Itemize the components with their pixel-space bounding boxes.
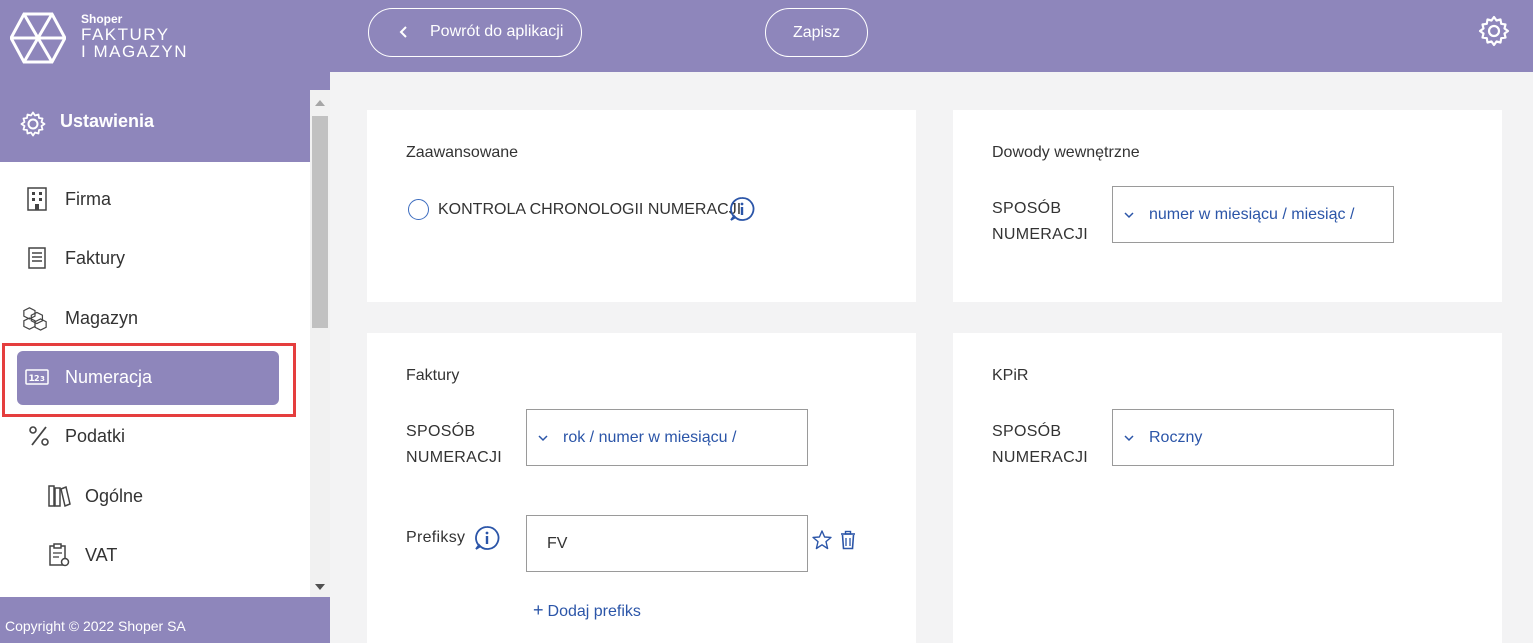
boxes-icon <box>23 307 47 331</box>
sidebar-item-label: Firma <box>65 189 111 209</box>
scroll-thumb[interactable] <box>312 116 328 328</box>
add-prefix-button[interactable]: + Dodaj prefiks <box>533 600 641 621</box>
field-label-line2: NUMERACJI <box>406 449 503 466</box>
field-label-line1: SPOSÓB <box>992 200 1062 217</box>
info-icon[interactable] <box>729 196 755 222</box>
chevron-down-icon <box>1124 435 1134 442</box>
select-value: Roczny <box>1149 429 1203 446</box>
numbering-method-select[interactable]: Roczny <box>1112 409 1394 466</box>
sidebar-item-magazyn[interactable]: Magazyn <box>0 291 310 345</box>
chevron-down-icon <box>538 435 548 442</box>
save-button[interactable]: Zapisz <box>765 8 868 57</box>
card-title: Dowody wewnętrzne <box>992 144 1140 161</box>
trash-icon[interactable] <box>839 530 857 550</box>
topbar: Powrót do aplikacji Zapisz <box>330 0 1533 72</box>
brand-line2: I MAGAZYN <box>81 42 189 61</box>
gear-icon <box>20 111 46 137</box>
select-value: numer w miesiącu / miesiąc / <box>1149 206 1355 223</box>
chronology-control-radio[interactable] <box>408 199 429 220</box>
scroll-down-arrow-icon[interactable] <box>315 584 325 590</box>
field-label-line1: SPOSÓB <box>406 423 476 440</box>
back-to-app-button[interactable]: Powrót do aplikacji <box>368 8 582 57</box>
sidebar-item-label: VAT <box>85 545 118 565</box>
chevron-left-icon <box>399 26 407 38</box>
sidebar-item-faktury[interactable]: Faktury <box>0 231 310 285</box>
prefix-value: FV <box>547 535 568 552</box>
radio-label[interactable]: KONTROLA CHRONOLOGII NUMERACJI <box>438 201 741 219</box>
plus-icon: + <box>533 600 544 620</box>
card-title: Faktury <box>406 367 460 384</box>
chevron-down-icon <box>1124 212 1134 219</box>
invoice-icon <box>28 247 46 269</box>
prefix-input[interactable]: FV <box>526 515 808 572</box>
building-icon <box>27 187 47 211</box>
logo-area[interactable]: Shoper FAKTURY I MAGAZYN <box>0 0 330 90</box>
sidebar-item-podatki[interactable]: Podatki <box>0 409 310 463</box>
hexagon-logo-icon <box>10 12 66 64</box>
settings-gear-icon[interactable] <box>1478 15 1510 47</box>
copyright-text: Copyright © 2022 Shoper SA <box>5 618 186 634</box>
sidebar-item-label: Podatki <box>65 426 126 446</box>
settings-header: Ustawienia <box>0 90 310 162</box>
advanced-card: Zaawansowane KONTROLA CHRONOLOGII NUMERA… <box>367 110 916 302</box>
sidebar-item-ogolne[interactable]: Ogólne <box>0 469 310 523</box>
invoices-card: Faktury SPOSÓB NUMERACJI rok / numer w m… <box>367 333 916 643</box>
add-prefix-label: Dodaj prefiks <box>547 603 641 620</box>
numbering-method-select[interactable]: numer w miesiącu / miesiąc / <box>1112 186 1394 243</box>
back-button-label: Powrót do aplikacji <box>430 23 564 40</box>
highlight-annotation <box>2 343 296 417</box>
info-icon[interactable] <box>474 525 500 551</box>
sidebar-item-firma[interactable]: Firma <box>0 172 310 226</box>
card-title: Zaawansowane <box>406 144 519 161</box>
kpir-card: KPiR SPOSÓB NUMERACJI Roczny <box>953 333 1502 643</box>
sidebar-footer: Copyright © 2022 Shoper SA <box>0 597 330 643</box>
prefix-label: Prefiksy <box>406 529 466 546</box>
percent-icon <box>29 426 49 446</box>
field-label-line2: NUMERACJI <box>992 449 1089 466</box>
clipboard-icon <box>49 543 70 567</box>
sidebar-item-label: Ogólne <box>85 486 144 506</box>
star-icon[interactable] <box>812 530 832 550</box>
scroll-up-arrow-icon[interactable] <box>315 100 325 106</box>
numbering-method-select[interactable]: rok / numer w miesiącu / <box>526 409 808 466</box>
brand-small: Shoper <box>81 12 123 26</box>
books-icon <box>48 485 71 508</box>
sidebar-scrollbar[interactable] <box>310 90 330 597</box>
sidebar: Shoper FAKTURY I MAGAZYN Ustawienia Firm… <box>0 0 330 643</box>
sidebar-item-label: Faktury <box>65 248 126 268</box>
select-value: rok / numer w miesiącu / <box>563 429 737 446</box>
field-label-line1: SPOSÓB <box>992 423 1062 440</box>
sidebar-item-label: Magazyn <box>65 308 139 328</box>
settings-title: Ustawienia <box>60 111 155 131</box>
field-label-line2: NUMERACJI <box>992 226 1089 243</box>
internal-documents-card: Dowody wewnętrzne SPOSÓB NUMERACJI numer… <box>953 110 1502 302</box>
sidebar-item-vat[interactable]: VAT <box>0 528 310 582</box>
card-title: KPiR <box>992 367 1029 384</box>
